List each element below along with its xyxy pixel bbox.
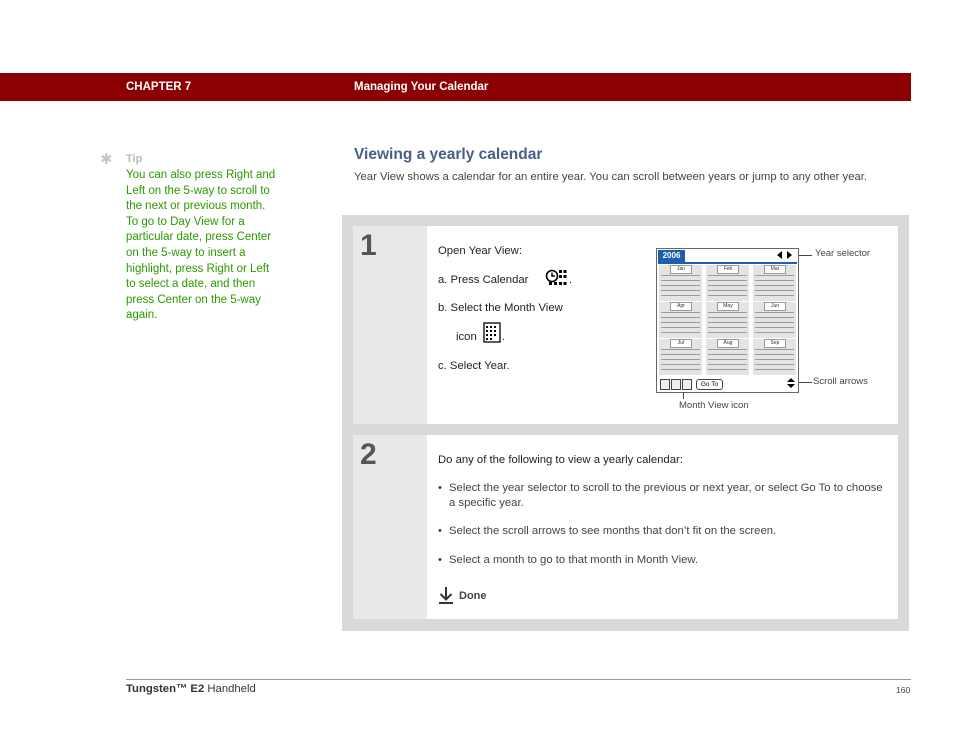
step-1-content: Open Year View: a. Press Calendar . b. S…	[438, 226, 898, 424]
step-1-lead: Open Year View:	[438, 245, 522, 257]
year-selector-callout: Year selector	[815, 248, 871, 259]
step-1: 1 Open Year View: a. Press Calendar . b.…	[353, 226, 898, 424]
month-may[interactable]: May	[706, 302, 749, 338]
product-suffix: Handheld	[204, 683, 256, 695]
month-name: Apr	[670, 302, 692, 311]
month-name: Mar	[764, 265, 786, 274]
month-days	[708, 312, 747, 336]
chapter-header-bar: CHAPTER 7 Managing Your Calendar	[0, 73, 911, 101]
month-apr[interactable]: Apr	[659, 302, 702, 338]
month-days	[755, 349, 794, 373]
footer-rule	[126, 679, 911, 680]
bullet: •	[438, 482, 442, 494]
done-label: Done	[459, 590, 487, 602]
year-selector-leader	[799, 255, 812, 256]
bullet: •	[438, 525, 442, 537]
step-1-b-period: .	[502, 331, 506, 343]
screen-toolbar: Go To	[657, 377, 798, 392]
month-mar[interactable]: Mar	[753, 265, 796, 301]
month-name: Feb	[717, 265, 739, 274]
month-feb[interactable]: Feb	[706, 265, 749, 301]
list-item: • Select a month to go to that month in M…	[438, 553, 888, 568]
list-item-text: Select a month to go to that month in Mo…	[449, 553, 699, 566]
year-view-screenshot: 2006 Jan Feb Mar Apr May Jun Jul Aug Sep	[656, 248, 799, 393]
month-name: Jun	[764, 302, 786, 311]
scroll-arrows-callout: Scroll arrows	[813, 376, 868, 387]
month-view-icon-callout: Month View icon	[679, 400, 749, 411]
asterisk-icon: ✱	[100, 151, 113, 168]
product-name: Tungsten™ E2	[126, 683, 205, 695]
chapter-title: Managing Your Calendar	[354, 81, 489, 93]
go-to-button[interactable]: Go To	[696, 379, 723, 390]
step-number: 2	[360, 438, 377, 471]
week-view-icon[interactable]	[671, 379, 681, 390]
month-name: May	[717, 302, 739, 311]
month-jan[interactable]: Jan	[659, 265, 702, 301]
step-1-b-icon-text: icon	[456, 331, 477, 343]
month-days	[708, 349, 747, 373]
step-1-b-icon-line: icon .	[456, 322, 505, 343]
scroll-arrows-leader	[799, 382, 812, 383]
step-number-column: 1	[353, 226, 427, 424]
next-year-arrow-icon[interactable]	[787, 251, 792, 259]
step-1-a-period: .	[569, 274, 573, 286]
month-name: Sep	[764, 339, 786, 348]
calendar-app-icon	[545, 269, 567, 285]
month-name: Jan	[670, 265, 692, 274]
list-item-text: Select the scroll arrows to see months t…	[449, 525, 777, 537]
chapter-label: CHAPTER 7	[126, 81, 192, 93]
step-1-a-text: a. Press Calendar	[438, 274, 529, 286]
step-2-lead: Do any of the following to view a yearly…	[438, 454, 683, 466]
scroll-up-arrow-icon[interactable]	[787, 378, 795, 382]
month-days	[755, 275, 794, 299]
month-days	[661, 349, 700, 373]
step-2-content: Do any of the following to view a yearly…	[438, 435, 898, 619]
month-view-icon-leader	[683, 392, 684, 399]
month-jul[interactable]: Jul	[659, 339, 702, 375]
footer-product: Tungsten™ E2 Handheld	[126, 683, 256, 695]
down-arrow-icon	[439, 587, 453, 604]
list-item: • Select the scroll arrows to see months …	[438, 524, 888, 539]
step-2: 2 Do any of the following to view a year…	[353, 435, 898, 619]
day-view-icon[interactable]	[660, 379, 670, 390]
step-number: 1	[360, 229, 377, 262]
month-days	[661, 312, 700, 336]
month-view-button-icon[interactable]	[682, 379, 692, 390]
step-2-list: • Select the year selector to scroll to t…	[438, 481, 888, 567]
step-1-c: c. Select Year.	[438, 360, 510, 372]
step-1-a: a. Press Calendar .	[438, 269, 572, 286]
list-item-text: Select the year selector to scroll to th…	[449, 482, 883, 509]
steps-panel: 1 Open Year View: a. Press Calendar . b.…	[342, 215, 909, 631]
previous-year-arrow-icon[interactable]	[777, 251, 782, 259]
step-number-column: 2	[353, 435, 427, 619]
bullet: •	[438, 553, 442, 566]
tip-label: Tip	[126, 153, 143, 165]
month-jun[interactable]: Jun	[753, 302, 796, 338]
year-selector[interactable]: 2006	[658, 250, 797, 264]
tip-text: You can also press Right and Left on the…	[126, 169, 276, 322]
year-label: 2006	[658, 250, 685, 262]
month-view-icon	[483, 322, 501, 343]
list-item: • Select the year selector to scroll to t…	[438, 481, 888, 510]
month-sep[interactable]: Sep	[753, 339, 796, 375]
page-number: 160	[896, 685, 911, 695]
month-aug[interactable]: Aug	[706, 339, 749, 375]
month-name: Jul	[670, 339, 692, 348]
month-days	[708, 275, 747, 299]
month-days	[661, 275, 700, 299]
section-intro: Year View shows a calendar for an entire…	[354, 171, 868, 183]
year-rule	[658, 262, 797, 264]
month-days	[755, 312, 794, 336]
month-name: Aug	[717, 339, 739, 348]
section-title: Viewing a yearly calendar	[354, 146, 543, 163]
step-1-b: b. Select the Month View	[438, 302, 563, 314]
scroll-down-arrow-icon[interactable]	[787, 384, 795, 388]
